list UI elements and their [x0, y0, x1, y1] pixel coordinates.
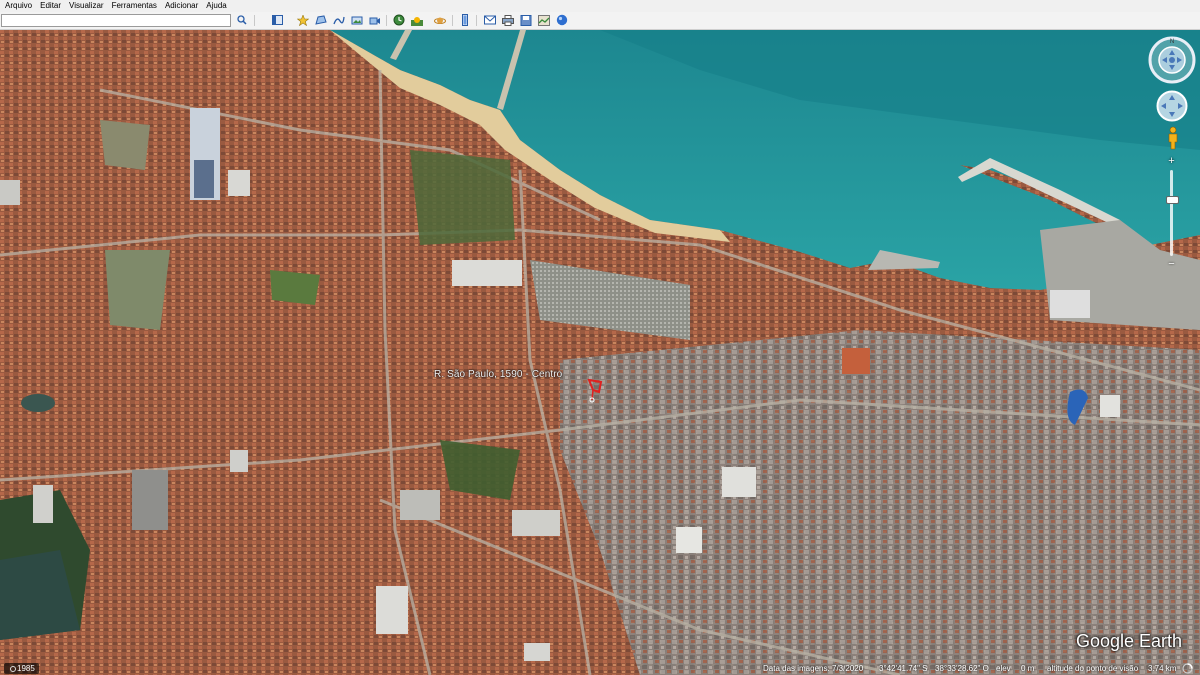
building: [676, 527, 702, 553]
historical-year-badge[interactable]: 1985: [4, 663, 39, 674]
placemark-label[interactable]: R. São Paulo, 1590 - Centro: [434, 369, 562, 380]
park: [410, 150, 515, 245]
compass-icon[interactable]: N: [1148, 36, 1196, 84]
svg-text:N: N: [1170, 39, 1174, 45]
email-icon[interactable]: [483, 14, 496, 26]
eye-altitude-label: altitude do ponto de visão: [1047, 664, 1139, 673]
imagery-date-label: Data das imagens:: [763, 664, 830, 673]
building: [1050, 290, 1090, 318]
pan-joystick-icon[interactable]: [1156, 90, 1188, 122]
ruler-icon[interactable]: [458, 14, 471, 26]
elevation-label: elev: [996, 664, 1011, 673]
map-view[interactable]: R. São Paulo, 1590 - Centro N + − Google…: [0, 30, 1200, 675]
building: [228, 170, 250, 196]
zoom-slider-handle[interactable]: [1166, 196, 1179, 204]
menu-view[interactable]: Visualizar: [65, 0, 108, 12]
toolbar-separator: [476, 15, 477, 26]
building: [512, 510, 560, 536]
field: [105, 250, 170, 330]
placemark-pin-icon[interactable]: [583, 378, 605, 404]
menu-tools[interactable]: Ferramentas: [108, 0, 161, 12]
building: [400, 490, 440, 520]
zoom-slider-track[interactable]: [1170, 170, 1173, 256]
sign-in-icon[interactable]: [555, 14, 568, 26]
building: [452, 260, 522, 286]
building: [132, 470, 168, 530]
save-image-icon[interactable]: [519, 14, 532, 26]
lagoon: [21, 394, 55, 412]
google-earth-logo: Google Earth: [1076, 631, 1183, 651]
menu-edit[interactable]: Editar: [36, 0, 65, 12]
toolbar-separator: [452, 15, 453, 26]
downtown-district: [560, 330, 1200, 675]
elevation-value: 0 m: [1021, 664, 1035, 673]
solar-roof: [194, 160, 214, 198]
building: [842, 348, 870, 374]
building: [33, 485, 53, 523]
add-placemark-icon[interactable]: [296, 14, 309, 26]
planets-icon[interactable]: [433, 14, 446, 26]
print-icon[interactable]: [501, 14, 514, 26]
eye-altitude-value: 3.74 km: [1148, 664, 1177, 673]
toolbar-separator: [254, 15, 255, 26]
field: [100, 120, 150, 170]
toolbar: [0, 12, 1200, 30]
record-tour-icon[interactable]: [368, 14, 381, 26]
sunlight-icon[interactable]: [410, 14, 423, 26]
menu-bar: Arquivo Editar Visualizar Ferramentas Ad…: [0, 0, 1200, 12]
search-icon[interactable]: [235, 14, 248, 26]
add-image-overlay-icon[interactable]: [350, 14, 363, 26]
clock-icon: [10, 666, 16, 672]
imagery-date: 7/3/2020: [832, 664, 864, 673]
menu-add[interactable]: Adicionar: [161, 0, 202, 12]
add-path-icon[interactable]: [332, 14, 345, 26]
sidebar-toggle-icon[interactable]: [271, 14, 284, 26]
building: [0, 180, 20, 205]
building: [1100, 395, 1120, 417]
street-view-pegman-icon[interactable]: [1166, 126, 1180, 150]
menu-help[interactable]: Ajuda: [202, 0, 230, 12]
historical-year: 1985: [17, 664, 35, 673]
building: [524, 643, 550, 661]
building: [230, 450, 248, 472]
park: [270, 270, 320, 305]
streaming-status-icon: [1182, 663, 1193, 674]
zoom-out-button[interactable]: −: [1165, 258, 1178, 271]
latitude-readout: 3°42'41.74" S: [879, 664, 928, 673]
historical-imagery-icon[interactable]: [392, 14, 405, 26]
status-bar: 1985 Data das imagens: 7/3/2020 3°42'41.…: [0, 662, 1200, 675]
view-in-maps-icon[interactable]: [537, 14, 550, 26]
longitude-readout: 38°33'28.62" O: [935, 664, 989, 673]
zoom-in-button[interactable]: +: [1165, 155, 1178, 168]
toolbar-separator: [386, 15, 387, 26]
search-input[interactable]: [1, 14, 231, 27]
add-polygon-icon[interactable]: [314, 14, 327, 26]
menu-file[interactable]: Arquivo: [0, 0, 36, 12]
building: [376, 586, 408, 634]
building: [722, 467, 756, 497]
